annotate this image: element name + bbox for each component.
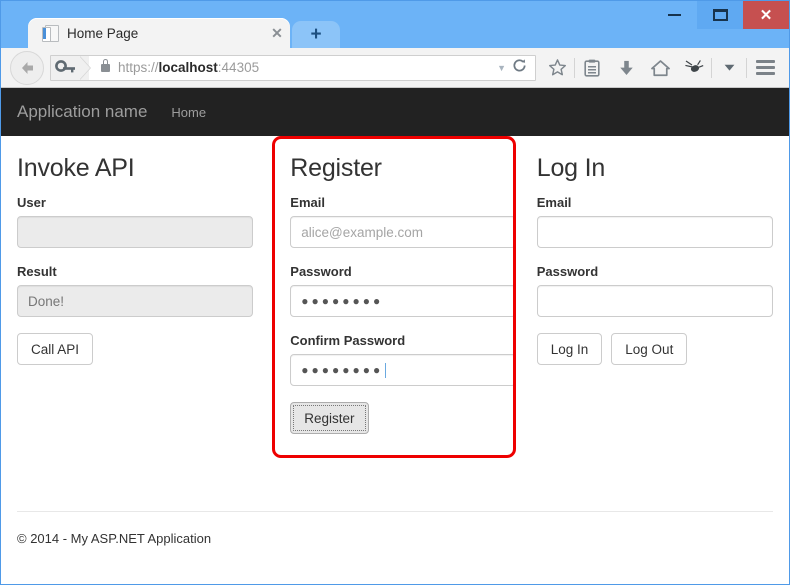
minimize-icon (667, 14, 681, 16)
overflow-chevron-icon[interactable] (712, 51, 746, 85)
bookmark-star-icon[interactable] (540, 51, 574, 85)
call-api-button[interactable]: Call API (17, 333, 94, 365)
result-label: Result (17, 264, 57, 279)
login-section: Log In Email Password Log In Log Out (536, 136, 774, 458)
text-caret (385, 362, 387, 378)
site-navbar: Application name Home (1, 88, 789, 136)
user-label: User (17, 195, 46, 210)
register-email-input[interactable]: alice@example.com (290, 216, 516, 248)
login-password-input[interactable] (536, 285, 774, 317)
register-password-label: Password (290, 264, 352, 279)
url-text: https://localhost:44305 (118, 60, 497, 75)
log-in-button[interactable]: Log In (536, 333, 603, 365)
invoke-api-heading: Invoke API (17, 154, 135, 182)
register-heading: Register (290, 154, 382, 182)
browser-toolbar: https://localhost:44305 ▼ (1, 48, 789, 88)
register-submit-button[interactable]: Register (290, 402, 369, 434)
identity-box[interactable] (51, 55, 91, 80)
back-button[interactable] (10, 50, 44, 85)
register-confirm-label: Confirm Password (290, 333, 406, 348)
register-email-label: Email (290, 195, 325, 210)
page-viewport: Application name Home Invoke API User Re… (1, 88, 789, 584)
login-email-label: Email (536, 195, 572, 210)
reload-icon[interactable] (512, 58, 527, 77)
site-footer: © 2014 - My ASP.NET Application (17, 511, 773, 584)
chevron-down-icon[interactable]: ▼ (497, 63, 506, 73)
register-password-value: ●●●●●●●● (301, 294, 384, 308)
reading-list-icon[interactable] (575, 51, 609, 85)
browser-window: ✕ Home Page ✕ + https://localhost:44305 … (0, 0, 790, 585)
url-scheme: https:// (118, 60, 159, 75)
back-arrow-icon (21, 61, 33, 74)
login-email-input[interactable] (536, 216, 774, 248)
key-icon (55, 59, 75, 72)
login-password-label: Password (536, 264, 599, 279)
url-host: localhost (158, 60, 218, 75)
tab-strip: Home Page ✕ + (0, 18, 790, 48)
user-input[interactable] (17, 216, 254, 248)
home-icon[interactable] (643, 51, 677, 85)
tab-title: Home Page (67, 25, 139, 41)
log-out-button[interactable]: Log Out (611, 333, 688, 365)
page-icon (42, 24, 59, 42)
toolbar-icons (540, 51, 789, 85)
page-content: Invoke API User Result Done! Call API Re… (1, 136, 789, 458)
three-column-layout: Invoke API User Result Done! Call API Re… (17, 136, 774, 458)
login-heading: Log In (536, 154, 606, 182)
hamburger-menu-icon[interactable] (747, 51, 783, 85)
url-port: :44305 (217, 60, 260, 75)
new-tab-button[interactable]: + (292, 21, 340, 48)
result-input[interactable]: Done! (17, 285, 254, 317)
extension-icon[interactable] (677, 51, 711, 85)
register-section: Register Email alice@example.com Passwor… (272, 136, 516, 458)
tab-close-icon[interactable]: ✕ (264, 18, 290, 48)
downloads-icon[interactable] (609, 51, 643, 85)
nav-link-home[interactable]: Home (171, 105, 206, 120)
login-button-row: Log In Log Out (536, 333, 773, 365)
register-confirm-value: ●●●●●●●● (301, 363, 384, 377)
lock-icon (101, 58, 110, 72)
browser-tab-home-page[interactable]: Home Page ✕ (28, 18, 290, 48)
invoke-api-section: Invoke API User Result Done! Call API (17, 136, 254, 458)
register-password-input[interactable]: ●●●●●●●● (290, 285, 516, 317)
footer-copyright: © 2014 - My ASP.NET Application (17, 531, 212, 546)
url-bar[interactable]: https://localhost:44305 ▼ (50, 54, 536, 81)
site-brand[interactable]: Application name (17, 102, 147, 122)
register-confirm-input[interactable]: ●●●●●●●● (290, 354, 516, 386)
